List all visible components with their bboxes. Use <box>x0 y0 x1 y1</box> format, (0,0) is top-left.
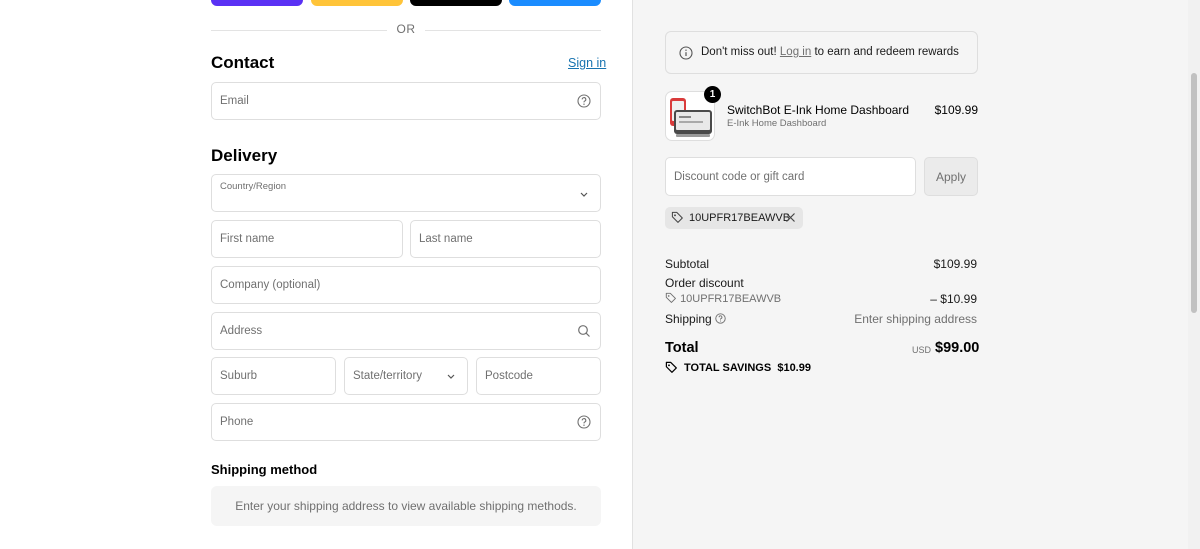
shop-pay-button[interactable] <box>211 0 303 6</box>
order-discount-label: Order discount <box>665 276 744 290</box>
shipping-method-placeholder: Enter your shipping address to view avai… <box>211 486 601 526</box>
scrollbar-thumb[interactable] <box>1191 73 1197 313</box>
suburb-placeholder: Suburb <box>220 370 258 382</box>
state-placeholder: State/territory <box>353 370 423 382</box>
rewards-notice: Don't miss out! Log in to earn and redee… <box>665 31 978 74</box>
applied-discount-code: 10UPFR17BEAWVB <box>689 212 791 224</box>
or-divider-label: OR <box>396 22 416 36</box>
applied-discount-chip: 10UPFR17BEAWVB <box>665 207 803 229</box>
phone-field[interactable]: Phone <box>211 403 601 441</box>
tag-icon <box>665 292 676 303</box>
shipping-row-label: Shipping <box>665 312 726 326</box>
help-icon[interactable] <box>577 415 591 429</box>
phone-placeholder: Phone <box>220 416 254 428</box>
paypal-button[interactable] <box>311 0 403 6</box>
sign-in-link[interactable]: Sign in <box>568 56 606 70</box>
log-in-link[interactable]: Log in <box>780 46 811 58</box>
shipping-value: Enter shipping address <box>854 312 977 326</box>
notice-suffix: to earn and redeem rewards <box>814 46 959 58</box>
country-label: Country/Region <box>220 181 287 192</box>
info-icon <box>679 46 693 60</box>
email-field[interactable]: Email <box>211 82 601 120</box>
notice-prefix: Don't miss out! <box>701 46 777 58</box>
savings-label: TOTAL SAVINGS <box>684 362 772 374</box>
product-thumbnail: 1 <box>665 86 721 141</box>
email-placeholder: Email <box>220 95 249 107</box>
currency-code: USD <box>912 345 932 355</box>
last-name-field[interactable]: Last name <box>410 220 601 258</box>
address-field[interactable]: Address <box>211 312 601 350</box>
company-placeholder: Company (optional) <box>220 279 321 291</box>
checkout-form: OR Contact Sign in Email Delivery Countr… <box>0 0 632 549</box>
search-icon <box>578 325 590 337</box>
order-summary: Don't miss out! Log in to earn and redee… <box>632 0 1200 549</box>
discount-code-input[interactable]: Discount code or gift card <box>665 157 916 196</box>
first-name-field[interactable]: First name <box>211 220 403 258</box>
chevron-down-icon <box>447 374 455 379</box>
first-name-placeholder: First name <box>220 233 275 245</box>
country-select[interactable]: Country/Region <box>211 174 601 212</box>
or-divider: OR <box>211 22 601 38</box>
chevron-down-icon <box>580 192 588 197</box>
order-discount-value: – $10.99 <box>930 292 977 306</box>
shipping-label: Shipping <box>665 312 712 326</box>
product-variant: E-Ink Home Dashboard <box>727 118 827 129</box>
order-discount-code-row: 10UPFR17BEAWVB <box>665 292 781 305</box>
subtotal-label: Subtotal <box>665 257 710 271</box>
shipping-method-message: Enter your shipping address to view avai… <box>235 499 577 513</box>
close-icon[interactable] <box>785 212 796 223</box>
savings-value: $10.99 <box>777 362 811 374</box>
subtotal-value: $109.99 <box>933 257 977 271</box>
total-label: Total <box>665 340 699 356</box>
product-name: SwitchBot E-Ink Home Dashboard <box>727 103 910 117</box>
google-pay-button[interactable] <box>509 0 601 6</box>
total-value: $99.00 <box>935 340 980 356</box>
apply-discount-button[interactable]: Apply <box>924 157 978 196</box>
order-discount-code: 10UPFR17BEAWVB <box>680 293 782 305</box>
shipping-method-heading: Shipping method <box>211 462 318 477</box>
address-placeholder: Address <box>220 325 263 337</box>
tag-icon <box>671 211 683 223</box>
company-field[interactable]: Company (optional) <box>211 266 601 304</box>
product-price: $109.99 <box>934 103 978 117</box>
tag-icon <box>665 361 677 373</box>
delivery-heading: Delivery <box>211 146 278 165</box>
contact-heading: Contact <box>211 53 275 72</box>
help-icon[interactable] <box>577 94 591 108</box>
help-icon[interactable] <box>715 313 726 324</box>
scrollbar[interactable] <box>1188 0 1200 549</box>
postcode-field[interactable]: Postcode <box>476 357 601 395</box>
postcode-placeholder: Postcode <box>485 370 533 382</box>
last-name-placeholder: Last name <box>419 233 473 245</box>
quantity-badge: 1 <box>704 86 721 103</box>
state-select[interactable]: State/territory <box>344 357 468 395</box>
discount-placeholder: Discount code or gift card <box>674 171 805 183</box>
apple-pay-button[interactable] <box>410 0 502 6</box>
suburb-field[interactable]: Suburb <box>211 357 336 395</box>
